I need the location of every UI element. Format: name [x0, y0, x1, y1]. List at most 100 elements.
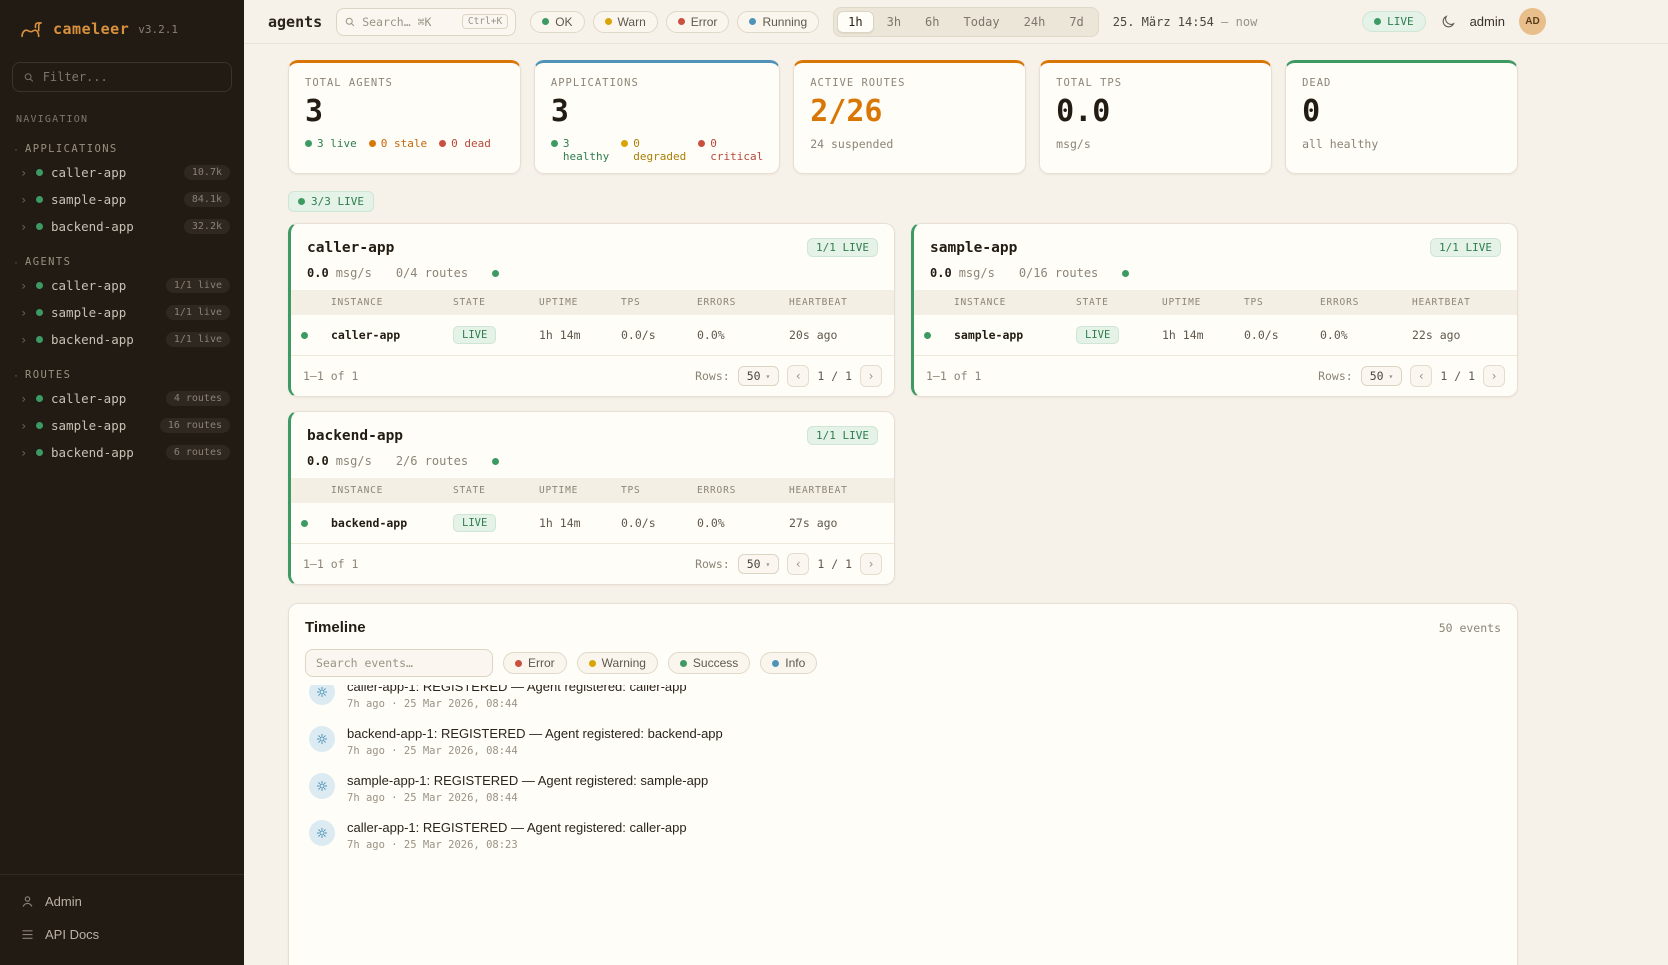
sidebar-item-applications-caller-app[interactable]: › caller-app 10.7k: [0, 159, 244, 186]
app-name: cameleer: [53, 20, 129, 38]
app-live-badge: 1/1 LIVE: [807, 238, 878, 257]
next-page-button[interactable]: ›: [1483, 365, 1505, 387]
table-footer: 1–1 of 1 Rows: 50 ▾ ‹ 1 / 1 ›: [291, 543, 894, 584]
caret-down-icon: ▾: [1389, 372, 1394, 381]
section-header-routes[interactable]: · ROUTES: [0, 365, 244, 385]
chevron-right-icon: ›: [20, 220, 28, 234]
range-button-7d[interactable]: 7d: [1058, 11, 1094, 33]
next-page-button[interactable]: ›: [860, 365, 882, 387]
section-header-applications[interactable]: · APPLICATIONS: [0, 139, 244, 159]
timeline-event[interactable]: sample-app-1: REGISTERED — Agent registe…: [305, 765, 1501, 812]
sidebar-item-applications-sample-app[interactable]: › sample-app 84.1k: [0, 186, 244, 213]
instance-status-dot: [924, 332, 931, 339]
timeline-chip-info[interactable]: Info: [760, 652, 817, 674]
chevron-right-icon: ›: [20, 419, 28, 433]
col-header-errors: ERRORS: [687, 290, 779, 315]
sidebar-item-agents-sample-app[interactable]: › sample-app 1/1 live: [0, 299, 244, 326]
rows-value: 50: [747, 369, 761, 383]
timeline-controls: Error Warning Success Info: [305, 649, 1501, 677]
range-button-1h[interactable]: 1h: [837, 11, 873, 33]
sidebar-item-agents-backend-app[interactable]: › backend-app 1/1 live: [0, 326, 244, 353]
sidebar-item-badge: 10.7k: [184, 165, 230, 180]
sidebar-item-routes-sample-app[interactable]: › sample-app 16 routes: [0, 412, 244, 439]
section-header-agents[interactable]: · AGENTS: [0, 252, 244, 272]
rows-per-page-select[interactable]: 50 ▾: [738, 554, 780, 574]
section-title: APPLICATIONS: [25, 143, 118, 155]
col-header-heartbeat: HEARTBEAT: [1402, 290, 1517, 315]
filter-chip-warn[interactable]: Warn: [593, 11, 658, 33]
stat-card-applications: APPLICATIONS 3 3 healthy 0 degraded 0 cr…: [534, 60, 780, 174]
timeline-search-input[interactable]: [305, 649, 493, 677]
cell-uptime: 1h 14m: [1152, 315, 1234, 355]
sidebar-item-label: Admin: [45, 894, 82, 909]
live-toggle[interactable]: LIVE: [1362, 11, 1426, 32]
filter-chip-error[interactable]: Error: [666, 11, 730, 33]
sidebar-item-api-docs[interactable]: API Docs: [0, 918, 244, 951]
rate-unit: msg/s: [336, 454, 372, 468]
global-search-input[interactable]: [362, 15, 456, 29]
prev-page-button[interactable]: ‹: [787, 365, 809, 387]
cell-instance: caller-app: [321, 315, 443, 355]
col-header-tps: TPS: [611, 290, 687, 315]
routes-count: 2/6 routes: [396, 454, 468, 468]
event-title: caller-app-1: REGISTERED — Agent registe…: [347, 685, 687, 694]
chip-label: Warning: [602, 656, 646, 670]
row-range-label: 1–1 of 1: [926, 369, 981, 383]
sidebar-item-agents-caller-app[interactable]: › caller-app 1/1 live: [0, 272, 244, 299]
table-row[interactable]: sample-app LIVE 1h 14m 0.0/s 0.0% 22s ag…: [914, 315, 1517, 355]
dark-mode-toggle[interactable]: [1440, 14, 1456, 30]
prev-page-button[interactable]: ‹: [1410, 365, 1432, 387]
app-stats: 0.0 msg/s 0/4 routes: [291, 266, 894, 290]
sidebar-item-badge: 1/1 live: [166, 278, 230, 293]
timeline-chip-success[interactable]: Success: [668, 652, 750, 674]
stat-card-total-agents: TOTAL AGENTS 3 3 live 0 stale 0 dead: [288, 60, 521, 174]
next-page-button[interactable]: ›: [860, 553, 882, 575]
range-button-today[interactable]: Today: [953, 11, 1011, 33]
rows-per-page-select[interactable]: 50 ▾: [738, 366, 780, 386]
event-timestamp: 7h ago · 25 Mar 2026, 08:44: [347, 698, 687, 710]
filter-chip-ok[interactable]: OK: [530, 11, 584, 33]
cell-tps: 0.0/s: [611, 503, 687, 543]
table-row[interactable]: backend-app LIVE 1h 14m 0.0/s 0.0% 27s a…: [291, 503, 894, 543]
avatar[interactable]: AD: [1519, 8, 1546, 35]
table-row[interactable]: caller-app LIVE 1h 14m 0.0/s 0.0% 20s ag…: [291, 315, 894, 355]
sidebar-item-admin[interactable]: Admin: [0, 885, 244, 918]
stat-sub: 3 live: [317, 137, 357, 150]
col-header-tps: TPS: [1234, 290, 1310, 315]
range-button-6h[interactable]: 6h: [914, 11, 950, 33]
col-header-uptime: UPTIME: [529, 478, 611, 503]
chevron-right-icon: ›: [20, 279, 28, 293]
stat-sub: 0 dead: [451, 137, 491, 150]
prev-page-button[interactable]: ‹: [787, 553, 809, 575]
timeline-event[interactable]: backend-app-1: REGISTERED — Agent regist…: [305, 718, 1501, 765]
timeline-chip-warning[interactable]: Warning: [577, 652, 658, 674]
instances-table: INSTANCE STATE UPTIME TPS ERRORS HEARTBE…: [291, 478, 894, 543]
search-icon: [344, 16, 356, 28]
timeline-chip-error[interactable]: Error: [503, 652, 567, 674]
stale-dot: [369, 140, 376, 147]
filter-chip-running[interactable]: Running: [737, 11, 819, 33]
caret-down-icon: ▾: [766, 372, 771, 381]
cell-errors: 0.0%: [687, 503, 779, 543]
sidebar-item-routes-caller-app[interactable]: › caller-app 4 routes: [0, 385, 244, 412]
sidebar-filter-input[interactable]: [43, 70, 221, 84]
app-logo[interactable]: cameleer v3.2.1: [0, 0, 244, 52]
range-button-3h[interactable]: 3h: [876, 11, 912, 33]
sidebar-item-routes-backend-app[interactable]: › backend-app 6 routes: [0, 439, 244, 466]
health-dot: [492, 270, 499, 277]
app-version: v3.2.1: [138, 23, 178, 36]
cell-errors: 0.0%: [1310, 315, 1402, 355]
sidebar-item-applications-backend-app[interactable]: › backend-app 32.2k: [0, 213, 244, 240]
timeline-event[interactable]: caller-app-1: REGISTERED — Agent registe…: [305, 812, 1501, 859]
rows-per-page-select[interactable]: 50 ▾: [1361, 366, 1403, 386]
state-badge: LIVE: [453, 326, 496, 344]
page-title: agents: [268, 13, 322, 31]
camel-logo-icon: [18, 16, 44, 42]
timeline-event[interactable]: caller-app-1: REGISTERED — Agent registe…: [305, 685, 1501, 718]
rows-value: 50: [747, 557, 761, 571]
sidebar-item-label: sample-app: [51, 418, 126, 433]
app-stats: 0.0 msg/s 0/16 routes: [914, 266, 1517, 290]
stat-sub: msg/s: [1056, 137, 1255, 151]
stat-sub: all healthy: [1302, 137, 1501, 151]
range-button-24h[interactable]: 24h: [1013, 11, 1057, 33]
